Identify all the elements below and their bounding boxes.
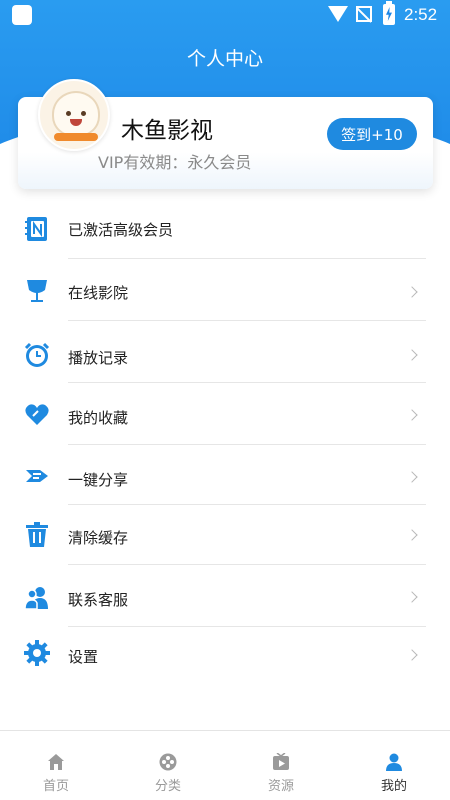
- status-time: 2:52: [404, 5, 438, 24]
- menu-label: 清除缓存: [68, 529, 129, 547]
- users-icon: [24, 587, 48, 610]
- tab-home[interactable]: 首页: [0, 731, 112, 800]
- divider: [68, 382, 426, 383]
- gear-icon: [24, 640, 50, 666]
- menu-label: 播放记录: [68, 349, 129, 367]
- menu-label: 设置: [68, 648, 99, 666]
- tab-label: 分类: [154, 779, 181, 794]
- menu-item-cinema[interactable]: 在线影院: [0, 261, 450, 321]
- tab-profile[interactable]: 我的: [338, 731, 450, 800]
- menu-item-vip[interactable]: 已激活高级会员: [0, 199, 450, 259]
- notification-app-icon: [12, 5, 32, 25]
- wifi-icon: [328, 6, 348, 22]
- tab-category[interactable]: 分类: [112, 731, 224, 800]
- menu-item-clear-cache[interactable]: 清除缓存: [0, 505, 450, 565]
- bottom-nav: 首页 分类 资源 我的: [0, 730, 450, 800]
- avatar[interactable]: [38, 79, 110, 151]
- divider: [68, 258, 426, 259]
- chevron-right-icon: [406, 529, 418, 541]
- tab-label: 首页: [42, 779, 69, 794]
- chevron-right-icon: [406, 591, 418, 603]
- no-signal-icon: [356, 6, 372, 22]
- status-bar: 2:52: [0, 0, 450, 30]
- page-title: 个人中心: [186, 48, 263, 70]
- vip-status: VIP有效期：永久会员: [98, 153, 252, 172]
- menu-label: 我的收藏: [68, 409, 129, 427]
- menu-label: 在线影院: [68, 284, 129, 302]
- tab-label: 资源: [267, 779, 294, 794]
- profile-name: 木鱼影视: [121, 118, 213, 144]
- menu-label: 已激活高级会员: [68, 221, 174, 239]
- goblet-icon: [27, 280, 47, 302]
- signin-button[interactable]: 签到+10: [327, 118, 417, 150]
- profile-icon: [386, 753, 402, 771]
- tab-resource[interactable]: 资源: [225, 731, 337, 800]
- heart-icon: [25, 404, 49, 425]
- divider: [68, 320, 426, 321]
- alarm-clock-icon: [24, 342, 50, 367]
- menu-item-history[interactable]: 播放记录: [0, 323, 450, 383]
- screen: 2:52 个人中心 木鱼影视 VIP有效期：永久会员 签到+10 已激活高级会员: [0, 0, 450, 800]
- category-icon: [159, 753, 177, 771]
- menu-label: 一键分享: [68, 471, 129, 489]
- trash-icon: [26, 522, 48, 547]
- chevron-right-icon: [406, 349, 418, 361]
- menu-label: 联系客服: [68, 591, 129, 609]
- share-plane-icon: [26, 470, 48, 482]
- menu-item-support[interactable]: 联系客服: [0, 567, 450, 627]
- divider: [68, 564, 426, 565]
- menu-item-settings[interactable]: 设置: [0, 627, 450, 687]
- chevron-right-icon: [406, 409, 418, 421]
- profile-card: 木鱼影视 VIP有效期：永久会员 签到+10: [18, 79, 433, 189]
- menu-item-share[interactable]: 一键分享: [0, 445, 450, 505]
- battery-charging-icon: [383, 1, 395, 25]
- chevron-right-icon: [406, 286, 418, 298]
- chevron-right-icon: [406, 471, 418, 483]
- home-icon: [48, 754, 64, 770]
- notebook-n-icon: [25, 217, 47, 241]
- menu-item-favorites[interactable]: 我的收藏: [0, 385, 450, 445]
- resource-icon: [273, 753, 289, 770]
- chevron-right-icon: [406, 649, 418, 661]
- tab-label: 我的: [380, 779, 407, 794]
